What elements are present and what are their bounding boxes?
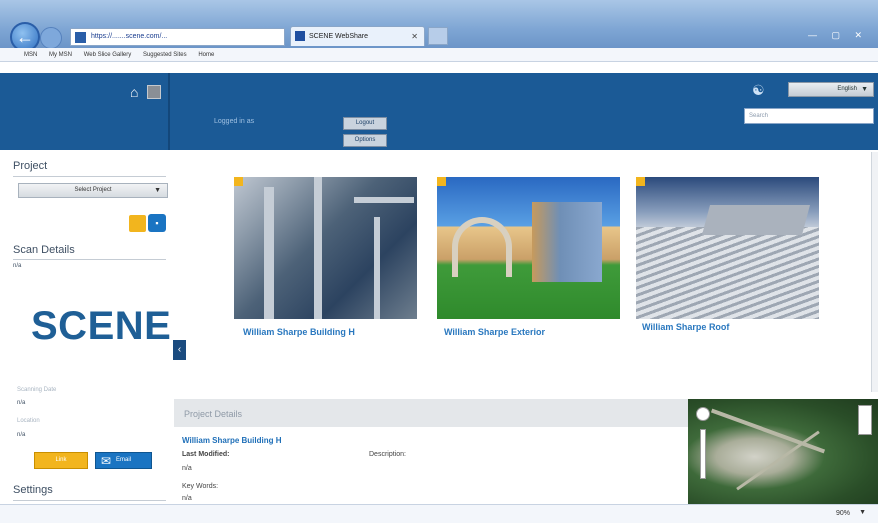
search-input[interactable]: Search (744, 108, 874, 124)
pipe-shape (264, 187, 274, 319)
status-bar: 90% ▼ (0, 504, 878, 523)
favorites-bar: MSN My MSN Web Slice Gallery Suggested S… (0, 48, 878, 62)
chevron-down-icon[interactable]: ▼ (859, 509, 866, 516)
location-value: n/a (17, 432, 26, 438)
location-label: Location (17, 418, 40, 424)
road-shape (710, 408, 826, 454)
select-project-dropdown[interactable]: Select Project ▼ (18, 183, 168, 198)
user-icon[interactable] (147, 85, 161, 99)
zoom-level[interactable]: 90% (836, 510, 850, 517)
pipe-shape (354, 197, 414, 203)
favorite-link[interactable]: My MSN (49, 52, 72, 58)
building-shape (532, 202, 602, 282)
pipe-shape (374, 217, 380, 319)
pipe-shape (314, 177, 322, 319)
favorite-link[interactable]: MSN (24, 52, 37, 58)
language-value: English (837, 86, 857, 92)
arrow-left-icon: ← (16, 27, 34, 47)
email-button-label: Email (116, 457, 132, 463)
logged-in-label: Logged in as (214, 118, 255, 125)
sidebar-header (8, 73, 170, 150)
scan-thumbnail[interactable] (636, 177, 819, 319)
scan-badge-icon (234, 177, 243, 186)
browser-titlebar: ← https://.......scene.com/... SCENE Web… (0, 0, 878, 52)
tab-title: SCENE WebShare (309, 33, 369, 40)
mail-icon: ✉ (101, 454, 112, 468)
project-name[interactable]: William Sharpe Building H (182, 436, 282, 445)
favorite-link[interactable]: Home (198, 52, 214, 58)
close-icon[interactable]: ✕ (411, 27, 418, 46)
language-select[interactable]: English ▼ (788, 82, 874, 97)
new-tab-button[interactable] (428, 27, 448, 45)
address-text: https://.......scene.com/... (91, 33, 168, 40)
last-modified-label: Last Modified: (182, 451, 230, 458)
divider (13, 500, 166, 501)
collapse-sidebar-button[interactable]: ‹ (173, 340, 186, 360)
building-shape (701, 205, 811, 235)
link-button[interactable]: Link (34, 452, 88, 469)
chat-icon[interactable]: ▪ (148, 214, 166, 232)
map-pan-button[interactable] (696, 407, 710, 421)
folder-icon[interactable] (129, 215, 146, 232)
scanning-date-value: n/a (17, 400, 26, 406)
email-button[interactable]: ✉ Email (95, 452, 152, 469)
scene-logo: SCENE (31, 304, 172, 348)
settings-heading: Settings (13, 484, 53, 496)
scan-thumbnail[interactable] (437, 177, 620, 319)
scan-label[interactable]: William Sharpe Roof (642, 322, 729, 332)
roof-shape (636, 227, 819, 319)
keywords-value: n/a (182, 495, 192, 502)
project-details-title: Project Details (184, 409, 243, 419)
project-details-bar (174, 399, 689, 427)
chevron-down-icon: ▼ (861, 86, 868, 93)
window-controls[interactable]: — ▢ ✕ (808, 30, 868, 41)
scan-badge-icon (437, 177, 446, 186)
project-heading: Project (13, 160, 48, 172)
logout-button[interactable]: Logout (343, 117, 387, 130)
scanning-date-label: Scanning Date (17, 387, 57, 393)
tab-favicon-icon (295, 31, 305, 41)
arch-shape (452, 217, 512, 277)
scan-badge-icon (636, 177, 645, 186)
scrollbar[interactable] (871, 152, 878, 392)
browser-window: ← https://.......scene.com/... SCENE Web… (0, 0, 878, 523)
scan-label[interactable]: William Sharpe Building H (243, 327, 355, 337)
forward-button[interactable] (40, 27, 62, 49)
map-zoom-slider[interactable] (700, 429, 706, 479)
description-label: Description: (369, 451, 406, 458)
scan-details-heading: Scan Details (13, 244, 75, 256)
site-icon (75, 32, 86, 43)
last-modified-value: n/a (182, 465, 192, 472)
home-icon[interactable]: ⌂ (130, 85, 144, 99)
favorite-link[interactable]: Web Slice Gallery (84, 52, 132, 58)
chevron-down-icon: ▼ (154, 187, 161, 194)
divider (13, 176, 166, 177)
scan-thumbnail[interactable] (234, 177, 417, 319)
scan-details-value: n/a (13, 263, 22, 269)
options-button[interactable]: Options (343, 134, 387, 147)
scan-label[interactable]: William Sharpe Exterior (444, 327, 545, 337)
select-project-value: Select Project (74, 187, 112, 193)
divider (13, 259, 166, 260)
favorite-link[interactable]: Suggested Sites (143, 52, 187, 58)
address-bar[interactable]: https://.......scene.com/... (70, 28, 285, 46)
map-type-button[interactable] (858, 405, 872, 435)
location-map[interactable] (688, 399, 878, 504)
browser-tab[interactable]: SCENE WebShare ✕ (290, 26, 425, 46)
chevron-left-icon: ‹ (177, 344, 182, 355)
keywords-label: Key Words: (182, 483, 219, 490)
world-map-icon[interactable]: ☯ (752, 83, 778, 97)
road-shape (736, 430, 820, 491)
